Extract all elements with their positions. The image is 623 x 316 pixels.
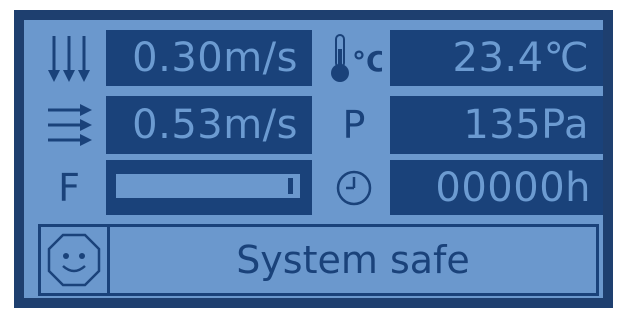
temperature-value: 23.4℃ bbox=[390, 30, 603, 86]
temperature-unit-label: °C bbox=[352, 45, 382, 78]
filter-label: F bbox=[58, 165, 80, 210]
horizontal-airspeed-value: 0.53m/s bbox=[106, 96, 312, 154]
runtime-hours-value: 00000h bbox=[390, 160, 603, 215]
smiley-face-icon bbox=[41, 227, 107, 293]
filter-level-bar bbox=[106, 160, 312, 215]
horizontal-airflow-arrows-icon bbox=[42, 96, 96, 154]
pressure-label: P bbox=[342, 103, 366, 147]
vertical-airspeed-value: 0.30m/s bbox=[106, 30, 312, 86]
pressure-value: 135Pa bbox=[390, 96, 603, 154]
status-text: System safe bbox=[107, 227, 596, 293]
filter-level-marker bbox=[288, 178, 293, 194]
filter-level-track bbox=[116, 174, 300, 198]
vertical-airflow-arrows-icon bbox=[42, 30, 96, 86]
thermometer-icon: °C bbox=[326, 30, 382, 86]
status-box: System safe bbox=[38, 224, 599, 296]
clock-icon bbox=[326, 160, 382, 215]
